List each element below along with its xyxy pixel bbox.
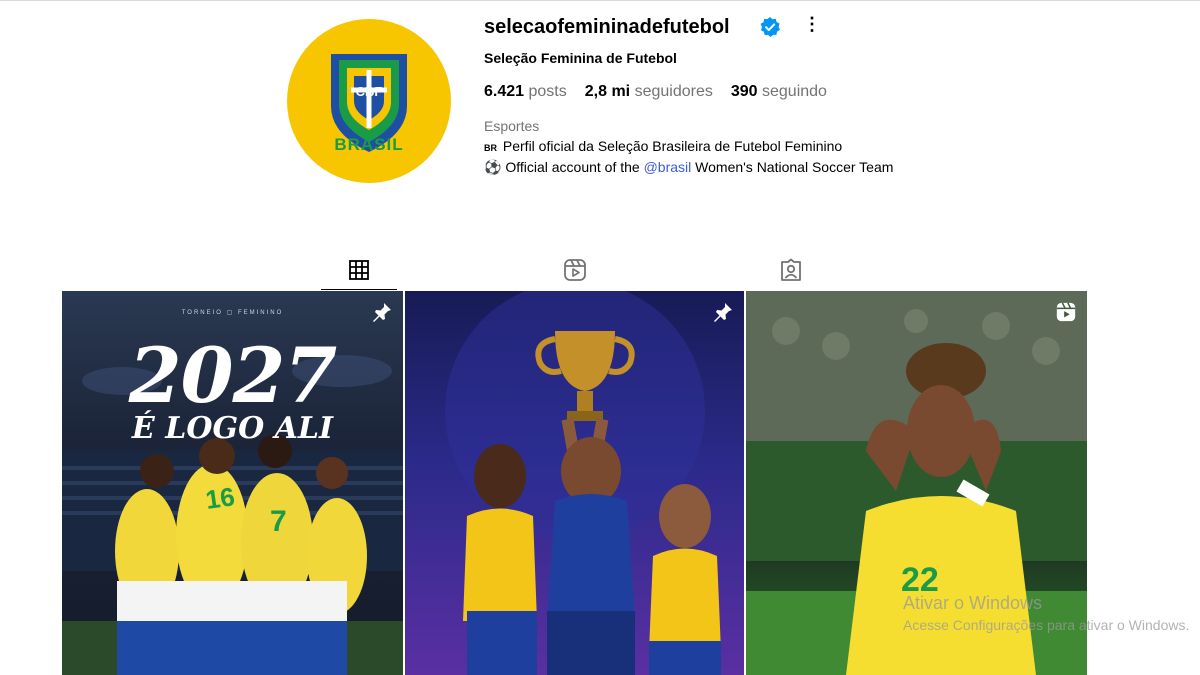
avatar-brasil-text: BRASIL bbox=[334, 135, 404, 154]
bio-line-2: ⚽ Official account of the @brasil Women'… bbox=[484, 158, 904, 177]
post-image-animated-trophy bbox=[445, 291, 721, 675]
avatar-cbf-text: CBF bbox=[356, 84, 383, 99]
followers-stat[interactable]: 2,8 mi seguidores bbox=[585, 83, 713, 101]
profile-full-name: Seleção Feminina de Futebol bbox=[484, 50, 677, 66]
post-tile[interactable]: 16 7 TORNEIO ▢ FEMININO 2027 É LOGO ALI bbox=[62, 291, 403, 675]
posts-label: posts bbox=[528, 83, 567, 100]
bio-line-2-prefix: ⚽ Official account of the bbox=[484, 159, 644, 175]
following-label: seguindo bbox=[762, 83, 827, 100]
post-tile[interactable] bbox=[405, 291, 744, 675]
followers-label: seguidores bbox=[634, 83, 713, 100]
post-headline-sub: É LOGO ALI bbox=[131, 411, 334, 446]
posts-stat: 6.421 posts bbox=[484, 83, 567, 101]
more-options-button[interactable]: ⋮ bbox=[803, 14, 821, 35]
reels-icon bbox=[1056, 302, 1076, 322]
posts-count: 6.421 bbox=[484, 83, 525, 100]
tagged-icon bbox=[781, 258, 801, 281]
reels-icon bbox=[564, 259, 586, 281]
following-count: 390 bbox=[730, 83, 758, 100]
br-flag-label: BR bbox=[484, 143, 497, 153]
post-headline-year: 2027 bbox=[128, 331, 338, 420]
svg-text:16: 16 bbox=[204, 481, 237, 515]
grid-icon bbox=[349, 260, 369, 280]
tab-reels[interactable] bbox=[545, 250, 605, 290]
bio-line-2-suffix: Women's National Soccer Team bbox=[691, 159, 894, 175]
profile-tabs bbox=[0, 250, 1200, 290]
bio-line-1-text: Perfil oficial da Seleção Brasileira de … bbox=[502, 138, 843, 154]
top-divider bbox=[0, 0, 1200, 1]
mention-link[interactable]: @brasil bbox=[644, 159, 692, 175]
tab-posts[interactable] bbox=[321, 250, 397, 290]
bio-line-1: BR Perfil oficial da Seleção Brasileira … bbox=[484, 137, 904, 158]
verified-badge-icon bbox=[760, 17, 780, 37]
windows-activation-watermark-subtitle: Acesse Configurações para ativar o Windo… bbox=[903, 617, 1190, 633]
following-stat[interactable]: 390 seguindo bbox=[731, 83, 827, 101]
profile-avatar[interactable]: CBF BRASIL bbox=[287, 19, 451, 183]
pin-icon bbox=[714, 303, 732, 322]
followers-count: 2,8 mi bbox=[584, 83, 631, 100]
svg-text:7: 7 bbox=[270, 505, 287, 538]
post-top-strip: TORNEIO ▢ FEMININO bbox=[181, 310, 284, 316]
profile-stats: 6.421 posts 2,8 mi seguidores 390 seguin… bbox=[484, 83, 827, 101]
profile-username[interactable]: selecaofemininadefutebol bbox=[484, 16, 730, 39]
profile-category: Esportes bbox=[484, 118, 540, 134]
profile-bio: BR Perfil oficial da Seleção Brasileira … bbox=[484, 137, 904, 177]
tab-tagged[interactable] bbox=[761, 250, 821, 290]
windows-activation-watermark-title: Ativar o Windows bbox=[903, 593, 1043, 613]
pin-icon bbox=[373, 303, 391, 322]
